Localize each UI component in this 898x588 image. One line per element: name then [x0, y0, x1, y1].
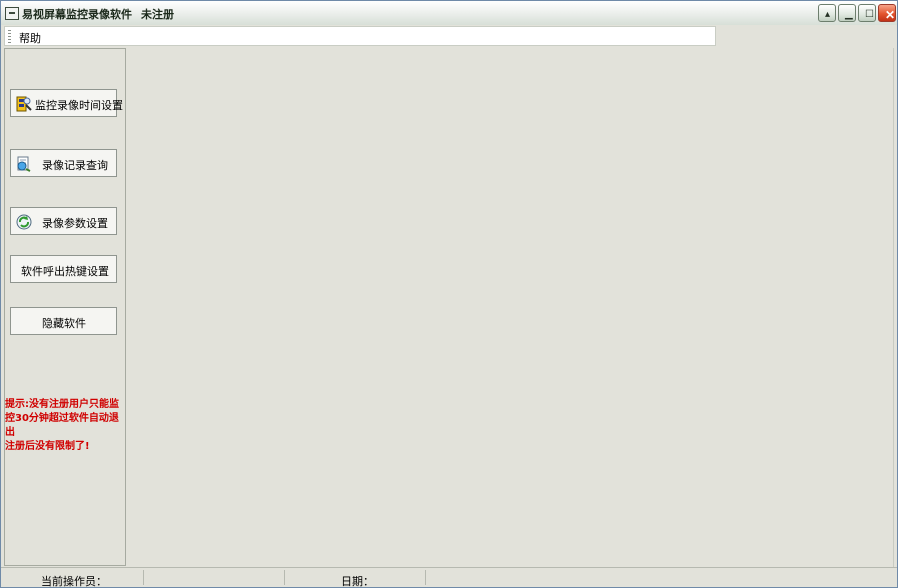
record-time-settings-button[interactable]: 监控录像时间设置	[10, 89, 123, 117]
menu-bar: 帮助	[4, 26, 716, 46]
rollup-button[interactable]: ▴	[818, 4, 836, 22]
sidebar-panel: 监控录像时间设置 录像记录查询 录像参数设置 软件呼出热键设置 隐藏软件 提示:…	[4, 48, 126, 566]
hotkey-settings-label: 软件呼出热键设置	[21, 265, 109, 278]
app-menu-icon[interactable]	[5, 7, 19, 20]
search-records-icon	[17, 156, 31, 172]
toolbar-grip[interactable]	[8, 30, 11, 43]
title-bar[interactable]: 易视屏幕监控录像软件 未注册 ▴ ▁ ☐ ✕	[1, 1, 897, 25]
hotkey-settings-button[interactable]: 软件呼出热键设置	[10, 255, 117, 283]
hide-software-label: 隐藏软件	[42, 317, 86, 330]
status-operator-value-cell	[144, 570, 285, 585]
record-params-button[interactable]: 录像参数设置	[10, 207, 117, 235]
chevron-up-icon: ▴	[825, 9, 831, 20]
maximize-icon: ☐	[865, 9, 874, 20]
maximize-button[interactable]: ☐	[858, 4, 876, 22]
record-params-label: 录像参数设置	[42, 217, 108, 230]
registration-status: 未注册	[141, 8, 174, 21]
close-button[interactable]: ✕	[878, 4, 896, 22]
record-query-label: 录像记录查询	[42, 159, 108, 172]
status-date-cell: 日期：	[285, 570, 426, 588]
close-icon: ✕	[885, 8, 896, 22]
content-border	[893, 48, 894, 568]
operator-label: 当前操作员：	[41, 575, 107, 588]
record-query-button[interactable]: 录像记录查询	[10, 149, 117, 177]
status-bar: 当前操作员： 日期：	[1, 567, 897, 588]
record-time-settings-label: 监控录像时间设置	[35, 99, 123, 112]
registration-hint: 提示:没有注册用户只能监 控30分钟超过软件自动退出 注册后没有限制了!	[5, 399, 119, 452]
status-date-value-cell	[426, 570, 576, 585]
minimize-button[interactable]: ▁	[838, 4, 856, 22]
status-operator-cell: 当前操作员：	[1, 570, 144, 588]
window-title: 易视屏幕监控录像软件	[22, 8, 132, 21]
refresh-params-icon	[16, 214, 32, 230]
main-window: 易视屏幕监控录像软件 未注册 ▴ ▁ ☐ ✕ 帮助 监控录像时间设置 录像记录查…	[0, 0, 898, 588]
date-label: 日期：	[341, 575, 374, 588]
clock-settings-icon	[16, 96, 32, 112]
menu-help[interactable]: 帮助	[19, 30, 41, 46]
minimize-icon: ▁	[845, 9, 853, 20]
hide-software-button[interactable]: 隐藏软件	[10, 307, 117, 335]
